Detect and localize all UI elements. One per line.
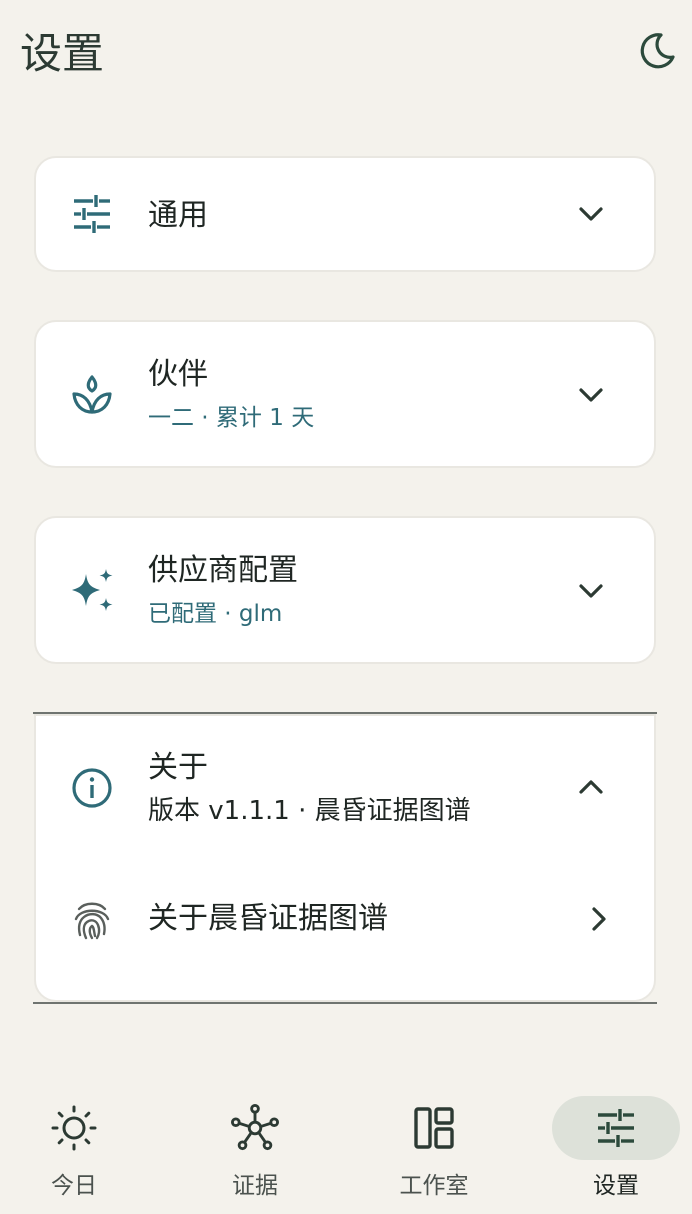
provider-section-title: 供应商配置 [148,553,298,588]
chevron-down-icon [576,576,606,606]
about-app-link[interactable]: 关于晨昏证据图谱 [36,864,654,974]
companion-section-header[interactable]: 伙伴 一二 · 累计 1 天 [36,322,654,466]
nav-label-settings: 设置 [593,1173,639,1199]
sun-icon [50,1104,98,1152]
chevron-down-icon [576,380,606,410]
settings-card-companion: 伙伴 一二 · 累计 1 天 [34,320,656,468]
chevron-right-icon [584,904,614,934]
companion-section-title: 伙伴 [148,357,208,392]
nav-label-today: 今日 [51,1173,97,1199]
info-icon [68,764,116,812]
provider-section-subtitle: 已配置 · glm [148,601,283,627]
nav-item-studio[interactable]: 工作室 [364,1096,504,1206]
settings-card-provider: 供应商配置 已配置 · glm [34,516,656,664]
nav-item-evidence[interactable]: 证据 [185,1096,325,1206]
tune-sliders-icon [592,1104,640,1152]
nav-label-evidence: 证据 [232,1173,278,1199]
dashboard-layout-icon [410,1104,458,1152]
nav-item-settings[interactable]: 设置 [542,1096,682,1206]
about-app-link-label: 关于晨昏证据图谱 [148,901,388,936]
nav-label-studio: 工作室 [399,1173,469,1199]
bottom-navigation: 今日 证据 工作室 设置 [0,1080,692,1214]
general-section-title: 通用 [148,198,208,233]
chevron-down-icon [576,199,606,229]
about-section-subtitle: 版本 v1.1.1 · 晨昏证据图谱 [148,796,471,826]
general-section-header[interactable]: 通用 [36,158,654,270]
page-title: 设置 [20,29,105,78]
section-divider [33,1002,657,1004]
graph-nodes-icon [231,1104,279,1152]
about-section-title: 关于 [148,750,208,785]
sparkles-icon [68,566,116,614]
companion-section-subtitle: 一二 · 累计 1 天 [148,405,315,431]
fingerprint-icon [68,896,116,944]
moon-icon [637,31,677,75]
nav-item-today[interactable]: 今日 [4,1096,144,1206]
theme-toggle-button[interactable] [634,30,680,76]
provider-section-header[interactable]: 供应商配置 已配置 · glm [36,518,654,662]
sprout-icon [68,370,116,418]
tune-sliders-icon [68,190,116,238]
settings-card-general: 通用 [34,156,656,272]
chevron-up-icon [576,772,606,802]
settings-card-about: 关于 版本 v1.1.1 · 晨昏证据图谱 关于晨昏证据图谱 [34,714,656,1002]
about-section-header[interactable]: 关于 版本 v1.1.1 · 晨昏证据图谱 [36,716,654,856]
top-app-bar: 设置 [0,0,692,110]
